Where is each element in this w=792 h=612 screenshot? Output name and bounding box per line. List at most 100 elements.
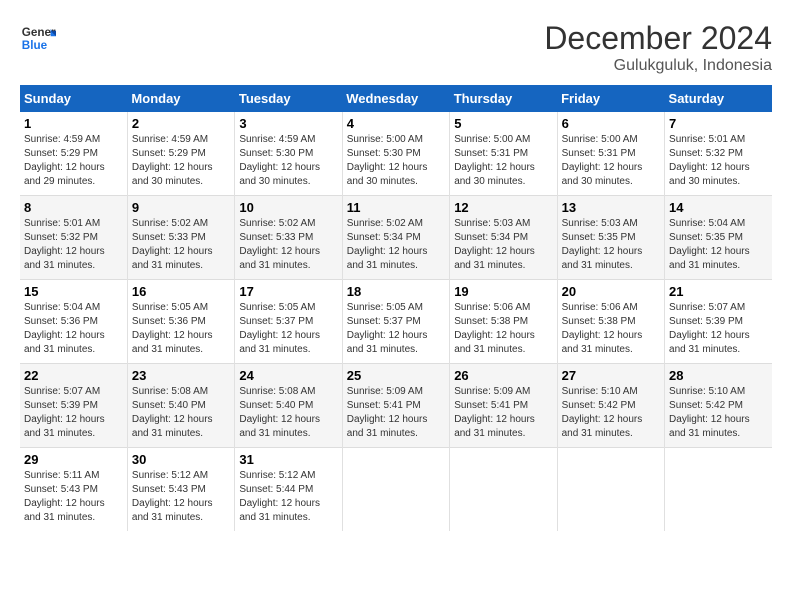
week-row-1: 1 Sunrise: 4:59 AMSunset: 5:29 PMDaylight… xyxy=(20,112,772,196)
weekday-header-wednesday: Wednesday xyxy=(342,85,449,112)
day-info: Sunrise: 5:01 AMSunset: 5:32 PMDaylight:… xyxy=(24,217,123,273)
calendar-cell: 24 Sunrise: 5:08 AMSunset: 5:40 PMDayligh… xyxy=(235,364,342,448)
month-title: December 2024 xyxy=(544,20,772,57)
calendar-cell xyxy=(450,448,557,532)
day-info: Sunrise: 5:07 AMSunset: 5:39 PMDaylight:… xyxy=(669,301,768,357)
calendar-cell: 10Sunrise: 5:02 AMSunset: 5:33 PMDayligh… xyxy=(235,196,342,280)
day-info: Sunrise: 5:02 AMSunset: 5:33 PMDaylight:… xyxy=(239,217,337,273)
calendar-cell xyxy=(665,448,772,532)
day-number: 14 xyxy=(669,200,768,215)
calendar-cell xyxy=(557,448,664,532)
day-info: Sunrise: 5:05 AMSunset: 5:37 PMDaylight:… xyxy=(239,301,337,357)
weekday-header-thursday: Thursday xyxy=(450,85,557,112)
day-number: 23 xyxy=(132,368,230,383)
calendar-cell: 8Sunrise: 5:01 AMSunset: 5:32 PMDaylight… xyxy=(20,196,127,280)
day-info: Sunrise: 5:12 AMSunset: 5:44 PMDaylight:… xyxy=(239,469,337,525)
weekday-header-row: SundayMondayTuesdayWednesdayThursdayFrid… xyxy=(20,85,772,112)
day-number: 21 xyxy=(669,284,768,299)
day-number: 28 xyxy=(669,368,768,383)
calendar-cell: 20 Sunrise: 5:06 AMSunset: 5:38 PMDayligh… xyxy=(557,280,664,364)
calendar-cell: 29 Sunrise: 5:11 AMSunset: 5:43 PMDayligh… xyxy=(20,448,127,532)
day-number: 16 xyxy=(132,284,230,299)
day-info: Sunrise: 5:00 AMSunset: 5:31 PMDaylight:… xyxy=(562,133,660,189)
week-row-2: 8Sunrise: 5:01 AMSunset: 5:32 PMDaylight… xyxy=(20,196,772,280)
day-number: 9 xyxy=(132,200,230,215)
day-info: Sunrise: 5:05 AMSunset: 5:36 PMDaylight:… xyxy=(132,301,230,357)
weekday-header-monday: Monday xyxy=(127,85,234,112)
day-info: Sunrise: 5:03 AMSunset: 5:34 PMDaylight:… xyxy=(454,217,552,273)
day-info: Sunrise: 4:59 AMSunset: 5:30 PMDaylight:… xyxy=(239,133,337,189)
calendar-cell xyxy=(342,448,449,532)
weekday-header-tuesday: Tuesday xyxy=(235,85,342,112)
day-number: 22 xyxy=(24,368,123,383)
calendar-cell: 31 Sunrise: 5:12 AMSunset: 5:44 PMDayligh… xyxy=(235,448,342,532)
calendar-cell: 2 Sunrise: 4:59 AMSunset: 5:29 PMDaylight… xyxy=(127,112,234,196)
weekday-header-sunday: Sunday xyxy=(20,85,127,112)
day-info: Sunrise: 4:59 AMSunset: 5:29 PMDaylight:… xyxy=(24,133,123,189)
day-info: Sunrise: 4:59 AMSunset: 5:29 PMDaylight:… xyxy=(132,133,230,189)
calendar-cell: 7 Sunrise: 5:01 AMSunset: 5:32 PMDaylight… xyxy=(665,112,772,196)
calendar-cell: 30 Sunrise: 5:12 AMSunset: 5:43 PMDayligh… xyxy=(127,448,234,532)
day-info: Sunrise: 5:08 AMSunset: 5:40 PMDaylight:… xyxy=(132,385,230,441)
day-number: 24 xyxy=(239,368,337,383)
calendar-cell: 14 Sunrise: 5:04 AMSunset: 5:35 PMDayligh… xyxy=(665,196,772,280)
calendar-cell: 11Sunrise: 5:02 AMSunset: 5:34 PMDayligh… xyxy=(342,196,449,280)
day-number: 13 xyxy=(562,200,660,215)
day-number: 5 xyxy=(454,116,552,131)
page-header: General Blue December 2024 Gulukguluk, I… xyxy=(20,20,772,75)
day-info: Sunrise: 5:04 AMSunset: 5:35 PMDaylight:… xyxy=(669,217,768,273)
day-info: Sunrise: 5:11 AMSunset: 5:43 PMDaylight:… xyxy=(24,469,123,525)
day-number: 1 xyxy=(24,116,123,131)
day-number: 31 xyxy=(239,452,337,467)
location: Gulukguluk, Indonesia xyxy=(544,57,772,75)
day-number: 3 xyxy=(239,116,337,131)
svg-text:Blue: Blue xyxy=(22,39,48,52)
calendar-cell: 27Sunrise: 5:10 AMSunset: 5:42 PMDayligh… xyxy=(557,364,664,448)
day-number: 2 xyxy=(132,116,230,131)
day-number: 18 xyxy=(347,284,445,299)
day-info: Sunrise: 5:06 AMSunset: 5:38 PMDaylight:… xyxy=(454,301,552,357)
calendar-cell: 17 Sunrise: 5:05 AMSunset: 5:37 PMDayligh… xyxy=(235,280,342,364)
day-number: 4 xyxy=(347,116,445,131)
weekday-header-saturday: Saturday xyxy=(665,85,772,112)
calendar-cell: 25Sunrise: 5:09 AMSunset: 5:41 PMDayligh… xyxy=(342,364,449,448)
calendar-cell: 22Sunrise: 5:07 AMSunset: 5:39 PMDayligh… xyxy=(20,364,127,448)
calendar-cell: 15 Sunrise: 5:04 AMSunset: 5:36 PMDayligh… xyxy=(20,280,127,364)
day-info: Sunrise: 5:09 AMSunset: 5:41 PMDaylight:… xyxy=(454,385,552,441)
logo: General Blue xyxy=(20,20,56,56)
day-info: Sunrise: 5:02 AMSunset: 5:33 PMDaylight:… xyxy=(132,217,230,273)
day-number: 17 xyxy=(239,284,337,299)
day-number: 20 xyxy=(562,284,660,299)
calendar-cell: 16 Sunrise: 5:05 AMSunset: 5:36 PMDayligh… xyxy=(127,280,234,364)
day-number: 6 xyxy=(562,116,660,131)
calendar-cell: 6 Sunrise: 5:00 AMSunset: 5:31 PMDaylight… xyxy=(557,112,664,196)
calendar-cell: 4 Sunrise: 5:00 AMSunset: 5:30 PMDaylight… xyxy=(342,112,449,196)
day-info: Sunrise: 5:00 AMSunset: 5:30 PMDaylight:… xyxy=(347,133,445,189)
calendar-cell: 28 Sunrise: 5:10 AMSunset: 5:42 PMDayligh… xyxy=(665,364,772,448)
day-info: Sunrise: 5:10 AMSunset: 5:42 PMDaylight:… xyxy=(669,385,768,441)
calendar-cell: 23 Sunrise: 5:08 AMSunset: 5:40 PMDayligh… xyxy=(127,364,234,448)
day-number: 12 xyxy=(454,200,552,215)
day-number: 15 xyxy=(24,284,123,299)
week-row-5: 29 Sunrise: 5:11 AMSunset: 5:43 PMDayligh… xyxy=(20,448,772,532)
calendar-cell: 26Sunrise: 5:09 AMSunset: 5:41 PMDayligh… xyxy=(450,364,557,448)
day-info: Sunrise: 5:12 AMSunset: 5:43 PMDaylight:… xyxy=(132,469,230,525)
week-row-4: 22Sunrise: 5:07 AMSunset: 5:39 PMDayligh… xyxy=(20,364,772,448)
weekday-header-friday: Friday xyxy=(557,85,664,112)
day-info: Sunrise: 5:02 AMSunset: 5:34 PMDaylight:… xyxy=(347,217,445,273)
day-info: Sunrise: 5:01 AMSunset: 5:32 PMDaylight:… xyxy=(669,133,768,189)
day-info: Sunrise: 5:03 AMSunset: 5:35 PMDaylight:… xyxy=(562,217,660,273)
calendar-cell: 19Sunrise: 5:06 AMSunset: 5:38 PMDayligh… xyxy=(450,280,557,364)
calendar-cell: 18 Sunrise: 5:05 AMSunset: 5:37 PMDayligh… xyxy=(342,280,449,364)
calendar-cell: 12 Sunrise: 5:03 AMSunset: 5:34 PMDayligh… xyxy=(450,196,557,280)
week-row-3: 15 Sunrise: 5:04 AMSunset: 5:36 PMDayligh… xyxy=(20,280,772,364)
day-info: Sunrise: 5:05 AMSunset: 5:37 PMDaylight:… xyxy=(347,301,445,357)
day-info: Sunrise: 5:06 AMSunset: 5:38 PMDaylight:… xyxy=(562,301,660,357)
day-info: Sunrise: 5:04 AMSunset: 5:36 PMDaylight:… xyxy=(24,301,123,357)
day-number: 29 xyxy=(24,452,123,467)
calendar-cell: 9 Sunrise: 5:02 AMSunset: 5:33 PMDaylight… xyxy=(127,196,234,280)
day-number: 7 xyxy=(669,116,768,131)
day-info: Sunrise: 5:08 AMSunset: 5:40 PMDaylight:… xyxy=(239,385,337,441)
calendar-cell: 5Sunrise: 5:00 AMSunset: 5:31 PMDaylight… xyxy=(450,112,557,196)
day-number: 30 xyxy=(132,452,230,467)
